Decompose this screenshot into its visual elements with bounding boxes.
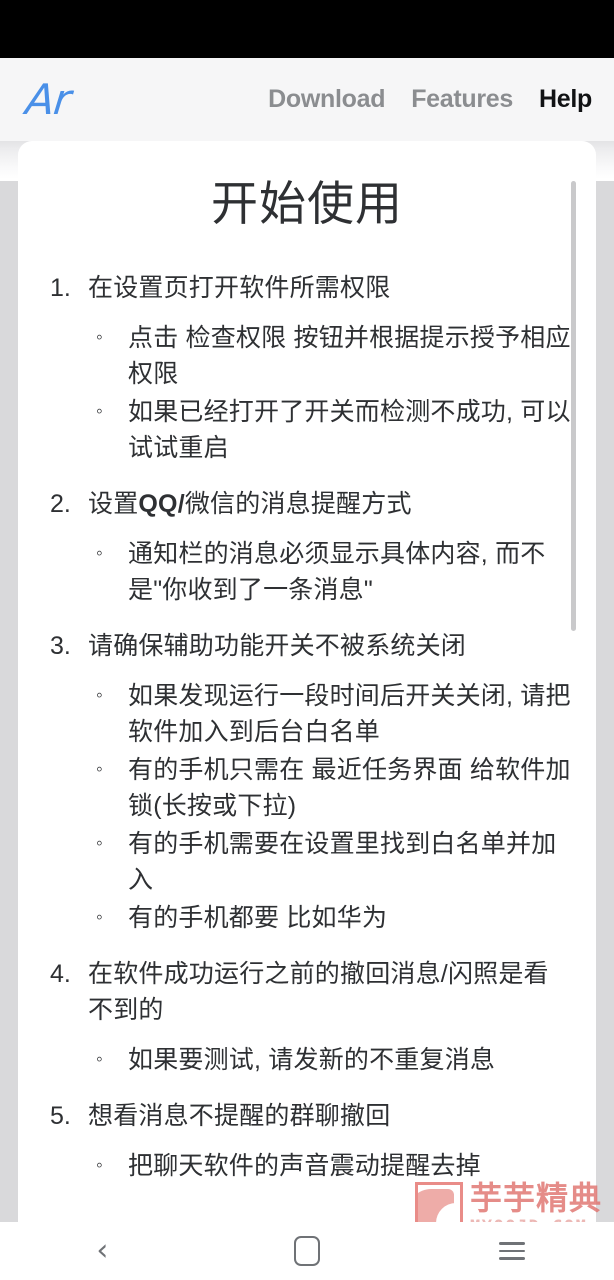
step-number: 1.	[50, 273, 71, 302]
step-text-prefix: 设置	[88, 489, 139, 518]
content-card: 开始使用 1. 在设置页打开软件所需权限 ◦ 点击 检查权限 按钮并根据提示授予…	[18, 141, 596, 1222]
substep-item: ◦ 把聊天软件的声音震动提醒去掉	[88, 1148, 572, 1184]
content-card-inner: 开始使用 1. 在设置页打开软件所需权限 ◦ 点击 检查权限 按钮并根据提示授予…	[18, 141, 596, 1184]
substep-text: 把聊天软件的声音震动提醒去掉	[128, 1151, 481, 1180]
substep-item: ◦ 有的手机都要 比如华为	[88, 900, 572, 936]
substep-text: 如果要测试, 请发新的不重复消息	[128, 1045, 496, 1074]
header-nav: Download Features Help	[268, 85, 592, 114]
step-text: 请确保辅助功能开关不被系统关闭	[88, 631, 467, 660]
substep-text: 有的手机需要在设置里找到白名单并加入	[128, 829, 557, 894]
step-item-1: 1. 在设置页打开软件所需权限 ◦ 点击 检查权限 按钮并根据提示授予相应权限 …	[42, 270, 572, 466]
substep-text: 通知栏的消息必须显示具体内容, 而不是"你收到了一条消息"	[128, 539, 546, 604]
step-number: 4.	[50, 959, 71, 988]
status-bar	[0, 0, 614, 58]
substep-item: ◦ 有的手机需要在设置里找到白名单并加入	[88, 826, 572, 898]
nav-home-button[interactable]	[205, 1222, 410, 1280]
step-text-suffix: 微信的消息提醒方式	[184, 489, 412, 518]
nav-link-help[interactable]: Help	[539, 85, 592, 114]
substeps-list-2: ◦ 通知栏的消息必须显示具体内容, 而不是"你收到了一条消息"	[88, 536, 572, 608]
step-number: 3.	[50, 631, 71, 660]
steps-list: 1. 在设置页打开软件所需权限 ◦ 点击 检查权限 按钮并根据提示授予相应权限 …	[42, 270, 572, 1184]
step-text: 在软件成功运行之前的撤回消息/闪照是看不到的	[88, 959, 549, 1024]
app-header: Ar Download Features Help	[0, 58, 614, 141]
scrollbar-thumb[interactable]	[571, 181, 576, 631]
step-text: 在设置页打开软件所需权限	[88, 273, 391, 302]
scrollbar[interactable]	[571, 181, 576, 821]
step-item-5: 5. 想看消息不提醒的群聊撤回 ◦ 把聊天软件的声音震动提醒去掉	[42, 1098, 572, 1184]
circle-bullet-icon: ◦	[96, 684, 103, 706]
home-square-icon	[294, 1236, 320, 1266]
substeps-list-3: ◦ 如果发现运行一段时间后开关关闭, 请把软件加入到后台白名单 ◦ 有的手机只需…	[88, 678, 572, 936]
hamburger-recents-icon	[498, 1242, 525, 1260]
step-number: 2.	[50, 489, 71, 518]
step-text: 想看消息不提醒的群聊撤回	[88, 1101, 391, 1130]
substeps-list-1: ◦ 点击 检查权限 按钮并根据提示授予相应权限 ◦ 如果已经打开了开关而检测不成…	[88, 320, 572, 466]
substep-text: 点击 检查权限 按钮并根据提示授予相应权限	[128, 323, 571, 388]
circle-bullet-icon: ◦	[96, 906, 103, 928]
circle-bullet-icon: ◦	[96, 1048, 103, 1070]
step-number: 5.	[50, 1101, 71, 1130]
nav-back-button[interactable]: ‹	[0, 1222, 205, 1280]
substep-item: ◦ 如果已经打开了开关而检测不成功, 可以试试重启	[88, 394, 572, 466]
brand-logo[interactable]: Ar	[23, 75, 72, 124]
substep-item: ◦ 如果要测试, 请发新的不重复消息	[88, 1042, 572, 1078]
substep-item: ◦ 有的手机只需在 最近任务界面 给软件加锁(长按或下拉)	[88, 752, 572, 824]
circle-bullet-icon: ◦	[96, 542, 103, 564]
substeps-list-5: ◦ 把聊天软件的声音震动提醒去掉	[88, 1148, 572, 1184]
substep-item: ◦ 通知栏的消息必须显示具体内容, 而不是"你收到了一条消息"	[88, 536, 572, 608]
circle-bullet-icon: ◦	[96, 1154, 103, 1176]
nav-link-features[interactable]: Features	[411, 85, 513, 114]
step-item-2: 2. 设置QQ/微信的消息提醒方式 ◦ 通知栏的消息必须显示具体内容, 而不是"…	[42, 486, 572, 608]
nav-link-download[interactable]: Download	[268, 85, 385, 114]
circle-bullet-icon: ◦	[96, 400, 103, 422]
page-title: 开始使用	[211, 177, 403, 230]
step-text-bold: QQ/	[138, 489, 185, 518]
circle-bullet-icon: ◦	[96, 758, 103, 780]
circle-bullet-icon: ◦	[96, 326, 103, 348]
page-container: 开始使用 1. 在设置页打开软件所需权限 ◦ 点击 检查权限 按钮并根据提示授予…	[0, 141, 614, 1222]
substep-item: ◦ 点击 检查权限 按钮并根据提示授予相应权限	[88, 320, 572, 392]
step-item-3: 3. 请确保辅助功能开关不被系统关闭 ◦ 如果发现运行一段时间后开关关闭, 请把…	[42, 628, 572, 936]
substep-text: 有的手机都要 比如华为	[128, 903, 388, 932]
substep-item: ◦ 如果发现运行一段时间后开关关闭, 请把软件加入到后台白名单	[88, 678, 572, 750]
chevron-left-icon: ‹	[96, 1233, 109, 1268]
substeps-list-4: ◦ 如果要测试, 请发新的不重复消息	[88, 1042, 572, 1078]
substep-text: 如果发现运行一段时间后开关关闭, 请把软件加入到后台白名单	[128, 681, 571, 746]
circle-bullet-icon: ◦	[96, 832, 103, 854]
system-navigation-bar: ‹	[0, 1222, 614, 1280]
phone-screen: Ar Download Features Help 开始使用 1. 在设置页打开…	[0, 0, 614, 1280]
nav-recents-button[interactable]	[409, 1222, 614, 1280]
step-item-4: 4. 在软件成功运行之前的撤回消息/闪照是看不到的 ◦ 如果要测试, 请发新的不…	[42, 956, 572, 1078]
substep-text: 有的手机只需在 最近任务界面 给软件加锁(长按或下拉)	[128, 755, 571, 820]
substep-text: 如果已经打开了开关而检测不成功, 可以试试重启	[128, 397, 571, 462]
step-text: 设置QQ/微信的消息提醒方式	[88, 490, 412, 518]
